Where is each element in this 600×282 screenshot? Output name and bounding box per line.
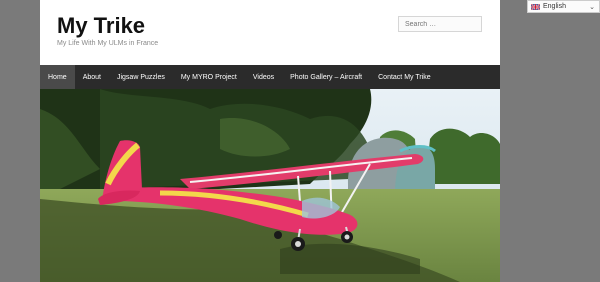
site-tagline: My Life With My ULMs in France <box>57 40 159 47</box>
nav-item-home[interactable]: Home <box>40 65 75 89</box>
search-input[interactable] <box>398 16 482 32</box>
nav-item-jigsaw-puzzles[interactable]: Jigsaw Puzzles <box>109 65 173 89</box>
language-label: English <box>543 3 566 10</box>
header-image <box>40 89 500 282</box>
aircraft-photo <box>40 89 500 282</box>
chevron-down-icon: ⌄ <box>589 3 595 11</box>
language-selector[interactable]: English ⌄ <box>527 0 600 13</box>
uk-flag-icon <box>531 3 540 10</box>
nav-item-about[interactable]: About <box>75 65 109 89</box>
nav-item-contact[interactable]: Contact My Trike <box>370 65 439 89</box>
site-title[interactable]: My Trike <box>57 12 145 40</box>
nav-item-videos[interactable]: Videos <box>245 65 282 89</box>
page: My Trike My Life With My ULMs in France … <box>40 0 500 282</box>
site-header: My Trike My Life With My ULMs in France <box>40 0 500 65</box>
nav-item-photo-gallery[interactable]: Photo Gallery – Aircraft <box>282 65 370 89</box>
nav-item-myro-project[interactable]: My MYRO Project <box>173 65 245 89</box>
main-navigation: Home About Jigsaw Puzzles My MYRO Projec… <box>40 65 500 89</box>
